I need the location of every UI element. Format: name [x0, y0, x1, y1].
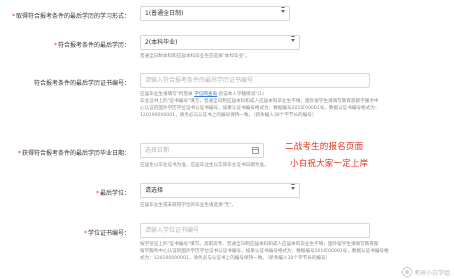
help-line: 120190000001，请务必与认证书上的编号保持一致。（新条编入30个字节长… [140, 113, 317, 118]
last-degree-label: *最后学位： [96, 188, 130, 197]
certificate-no-label: 符合报考条件的最后学历证书编号： [34, 78, 130, 87]
certificate-no-placeholder: 请输入符合报考条件的最后学历证书编号 [145, 77, 254, 84]
study-mode-select[interactable]: 1(普通全日制) [140, 6, 290, 21]
required-marker: * [11, 13, 15, 20]
watermark: 考研小白学姐 [401, 267, 450, 277]
grad-date-picker[interactable]: 选择日期 [140, 143, 264, 158]
help-line: 毕业证书上的"证书编号"填写，普通全日制应届本科和成人应届本科毕业生不填；国外留… [140, 99, 379, 104]
help-line: 心认证的国外学历学位证书认证书编号，如果认证书编号格式为：数据编号2010[00… [140, 106, 380, 111]
help-line: 按学位证上的"证书编号"填写。高职高专、普通全日制应届本科和成人应届本科毕业生不… [140, 242, 379, 247]
study-mode-value: 1(普通全日制) [145, 10, 184, 17]
certificate-no-label-text: 符合报考条件的最后学历证书编号： [33, 80, 130, 87]
last-degree-help: 应届毕业生或未获得学位的毕业生请选择"无"。 [140, 203, 237, 208]
help-line: 留学服务中心认证的国外学历学位证书认证书编号，如果认证书编号格式为：数据编号20… [140, 249, 389, 254]
watermark-text: 考研小白学姐 [413, 269, 450, 277]
annotation-line-2: 小白祝大家一定上岸 [290, 159, 369, 169]
help-line: 式为：120190000001，请务必与认证书上的编号保持一致。（新条编入30个… [140, 256, 331, 261]
study-mode-label-text: 取得符合报考条件的最后学历的学习形式： [15, 13, 130, 20]
calendar-icon[interactable] [252, 147, 259, 154]
watermark-logo-icon [401, 267, 412, 277]
last-degree-label-text: 最后学位： [99, 190, 130, 197]
certificate-no-input[interactable]: 请输入符合报考条件的最后学历证书编号 [140, 73, 370, 88]
study-mode-label: *取得符合报考条件的最后学历的学习形式： [12, 11, 130, 20]
chevron-updown-icon [281, 7, 285, 13]
highest-degree-label: *符合报考条件的最后学历： [54, 40, 130, 49]
grad-date-help: 应届生以毕业证书为准，应届毕业生以实际毕业证书日期为准。 [140, 163, 269, 168]
highest-degree-label-text: 符合报考条件的最后学历： [57, 42, 130, 49]
highest-degree-select[interactable]: 2(本科毕业) [140, 35, 300, 50]
required-marker: * [17, 150, 21, 157]
xuexin-link[interactable]: 学信网查询 [194, 92, 217, 97]
chevron-updown-icon [291, 184, 295, 190]
grad-date-placeholder: 选择日期 [145, 147, 170, 154]
required-marker: * [83, 230, 87, 237]
degree-cert-no-label: *学位证书编号： [84, 228, 130, 237]
chevron-updown-icon [291, 36, 295, 42]
required-marker: * [95, 190, 99, 197]
degree-cert-no-input[interactable]: 请输入学位证书编号 [140, 223, 370, 238]
highest-degree-help: 普通全日制本科和应届本科毕业生应选择"本科毕业"。 [140, 54, 250, 59]
last-degree-select[interactable]: 请选择 [140, 183, 300, 198]
last-degree-value: 请选择 [145, 187, 164, 194]
grad-date-label-text: 获得符合报考条件的最后学历毕业日期： [21, 150, 130, 157]
annotation-line-1: 二战考生的报名页面 [285, 142, 364, 152]
degree-cert-no-label-text: 学位证书编号： [87, 230, 130, 237]
required-marker: * [53, 42, 57, 49]
degree-cert-no-placeholder: 请输入学位证书编号 [145, 227, 200, 234]
help-line: 应届毕业生请填写"何登录 学信网查询 验证本人学籍情况"(1) [140, 92, 264, 97]
grad-date-label: *获得符合报考条件的最后学历毕业日期： [18, 148, 130, 157]
highest-degree-value: 2(本科毕业) [145, 39, 178, 46]
